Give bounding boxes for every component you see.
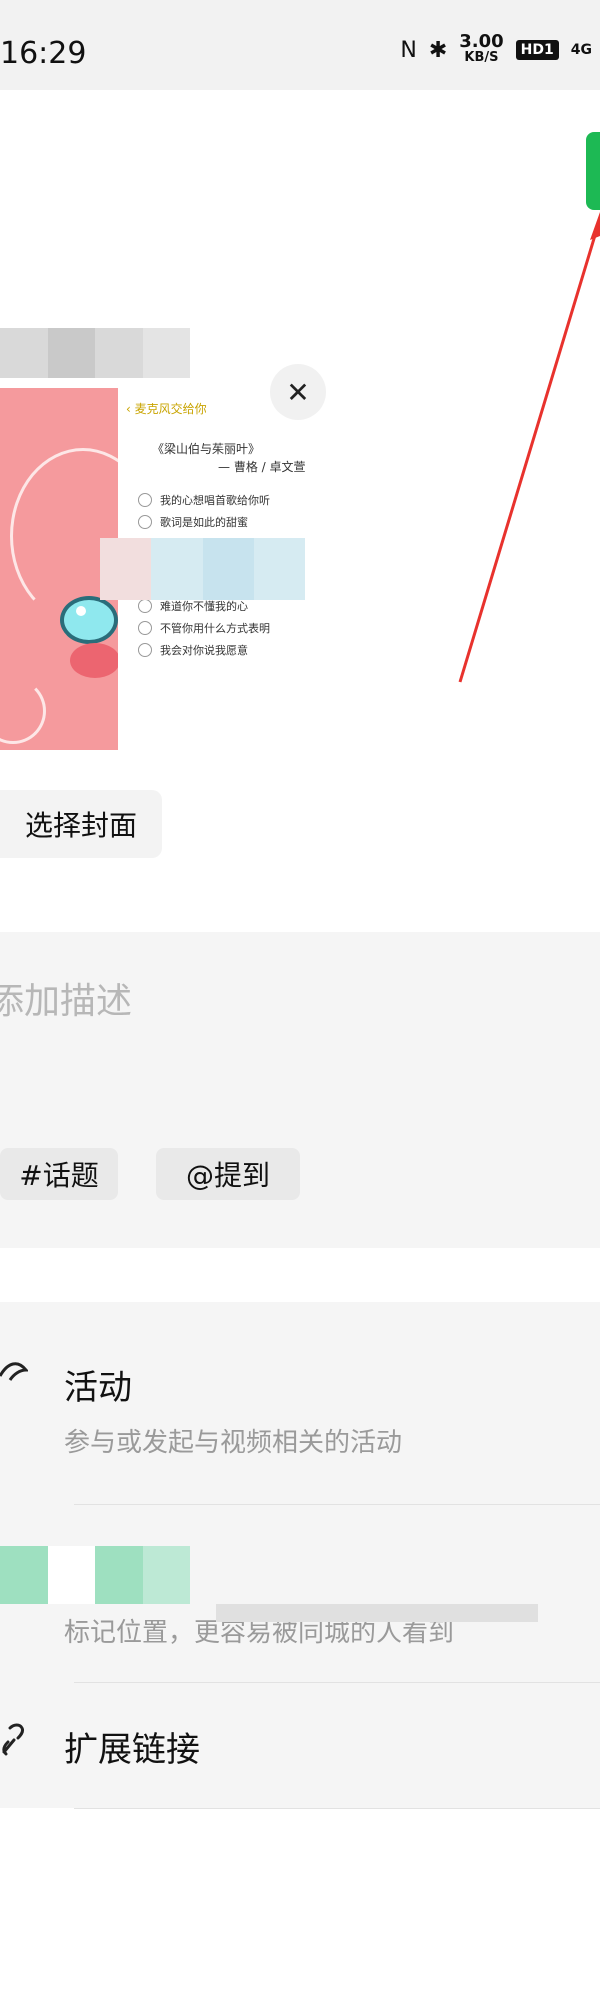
- red-annotation-arrow: [458, 212, 600, 683]
- arrow-line: [458, 231, 598, 683]
- arrow-head: [590, 212, 600, 240]
